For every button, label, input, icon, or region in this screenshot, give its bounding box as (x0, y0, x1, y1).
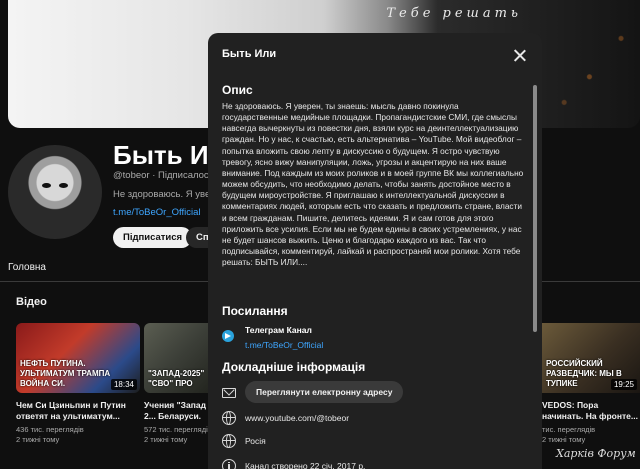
dialog-title: Быть Или (222, 48, 277, 60)
globe-icon (222, 411, 236, 425)
channel-link[interactable]: t.me/ToBeOr_Official (113, 207, 200, 218)
video-duration: 18:34 (110, 379, 137, 390)
joined-date: Канал створено 22 січ. 2017 р. (245, 461, 366, 469)
video-duration: 19:25 (610, 379, 637, 390)
video-views: 572 тис. переглядів (144, 425, 212, 434)
video-title[interactable]: Учения "Запад 2... Беларуси. Почем... (144, 400, 208, 422)
video-age: 2 тижні тому (144, 435, 188, 444)
country-text: Росія (245, 436, 266, 446)
video-views: тис. переглядів (542, 425, 596, 434)
about-text: Не здоровaюсь. Я уверен, ты знаешь: мысл… (222, 101, 524, 268)
video-title[interactable]: Чем Си Цзиньпин и Путин ответят на ульти… (16, 400, 140, 422)
video-card[interactable]: "ЗАПАД-2025" "СВО" ПРО Учения "Запад 2..… (144, 323, 212, 445)
telegram-link-name: Телеграм Канал (245, 325, 312, 335)
video-views: 436 тис. переглядів (16, 425, 84, 434)
close-icon[interactable] (510, 46, 530, 66)
video-age: 2 тижні тому (542, 435, 586, 444)
view-email-button[interactable]: Переглянути електронну адресу (245, 381, 404, 403)
website-link[interactable]: www.youtube.com/@tobeor (245, 413, 349, 423)
thumbnail-caption: "ЗАПАД-2025" "СВО" ПРО (148, 369, 205, 388)
video-thumbnail[interactable]: РОССИЙСКИЙ РАЗВЕДЧИК: МЫ В ТУПИКЕ 19:25 (542, 323, 640, 393)
videos-section-title[interactable]: Відео (16, 296, 47, 308)
dialog-scrollbar[interactable] (533, 85, 537, 332)
tab-home[interactable]: Головна (8, 262, 46, 273)
avatar-eye (42, 183, 51, 188)
about-dialog: Быть Или Опис Не здоровaюсь. Я уверен, т… (208, 33, 542, 469)
video-card[interactable]: НЕФТЬ ПУТИНА. УЛЬТИМАТУМ ТРАМПА ВОЙНА СИ… (16, 323, 140, 445)
links-heading: Посилання (222, 304, 288, 318)
banner-text: Тебе решать (386, 6, 522, 21)
video-title[interactable]: VEDOS: Пора начинать. На фронте... (542, 400, 640, 422)
watermark-text: Харків Форум (556, 447, 636, 460)
mail-icon (222, 388, 236, 398)
video-card[interactable]: РОССИЙСКИЙ РАЗВЕДЧИК: МЫ В ТУПИКЕ 19:25 … (542, 323, 640, 445)
telegram-icon (222, 330, 234, 342)
about-heading: Опис (222, 83, 253, 97)
subscribe-button[interactable]: Підписатися (113, 227, 193, 248)
thumbnail-caption: НЕФТЬ ПУТИНА. УЛЬТИМАТУМ ТРАМПА ВОЙНА СИ… (20, 359, 111, 388)
video-thumbnail[interactable]: НЕФТЬ ПУТИНА. УЛЬТИМАТУМ ТРАМПА ВОЙНА СИ… (16, 323, 140, 393)
telegram-link[interactable]: t.me/ToBeOr_Official (245, 340, 323, 350)
avatar-eye (59, 183, 68, 188)
channel-avatar[interactable] (8, 145, 102, 239)
details-heading: Докладніше інформація (222, 360, 366, 374)
channel-meta: @tobeor · Підписалося 7 (113, 170, 222, 181)
info-icon (222, 459, 236, 469)
video-thumbnail[interactable]: "ЗАПАД-2025" "СВО" ПРО (144, 323, 208, 393)
globe-icon (222, 434, 236, 448)
video-age: 2 тижні тому (16, 435, 60, 444)
